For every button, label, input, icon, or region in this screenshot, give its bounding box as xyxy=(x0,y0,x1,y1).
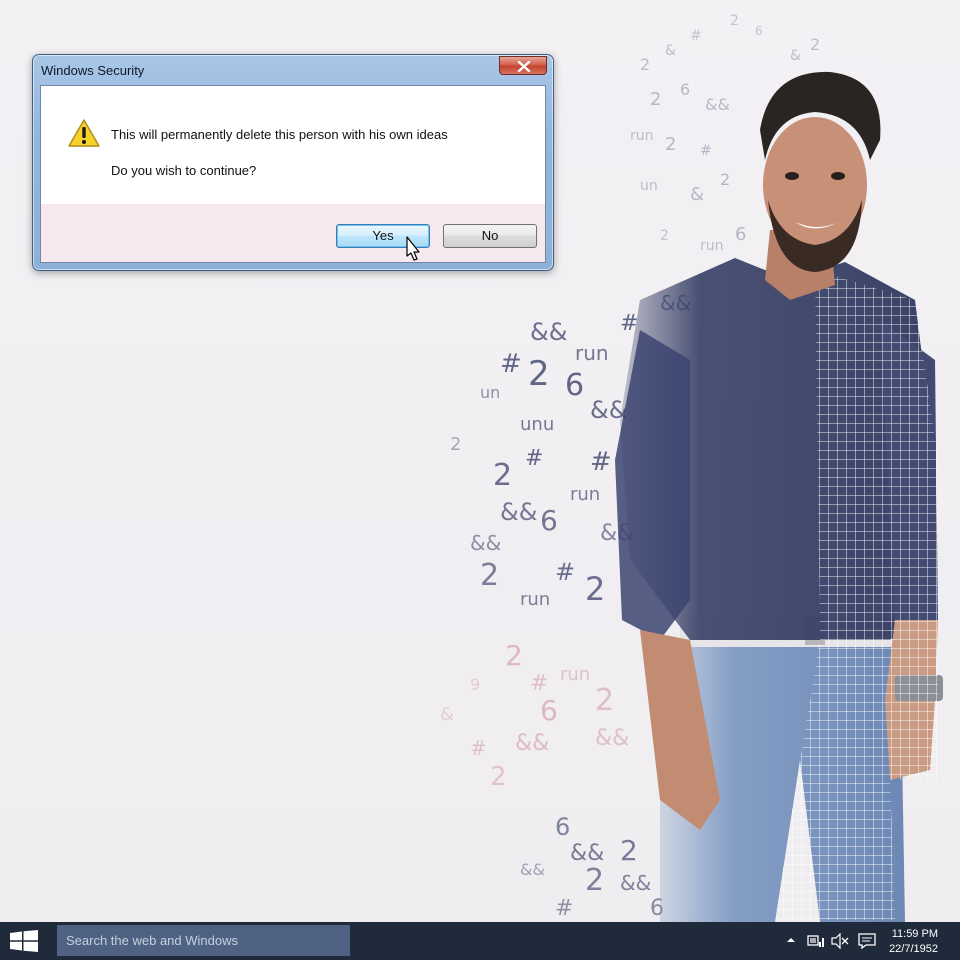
network-icon xyxy=(807,935,824,947)
chevron-up-icon xyxy=(787,938,795,942)
search-input[interactable]: Search the web and Windows xyxy=(57,925,350,956)
dialog-message: This will permanently delete this person… xyxy=(111,127,448,142)
no-button[interactable]: No xyxy=(443,224,537,248)
mouse-cursor-icon xyxy=(406,236,420,261)
windows-logo-icon xyxy=(10,930,38,952)
action-center-button[interactable] xyxy=(858,922,876,960)
notification-icon xyxy=(858,933,876,949)
start-button[interactable] xyxy=(0,922,48,960)
clock-date[interactable]: 22/7/1952 xyxy=(889,943,938,955)
network-button[interactable] xyxy=(807,922,825,960)
clock-time[interactable]: 11:59 PM xyxy=(892,928,938,940)
dialog-title: Windows Security xyxy=(41,63,145,78)
dialog-content: This will permanently delete this person… xyxy=(40,85,546,263)
security-dialog: Windows Security This will permanently d… xyxy=(32,54,554,271)
dialog-question: Do you wish to continue? xyxy=(111,163,257,178)
taskbar: Search the web and Windows 11:59 PM 22/7… xyxy=(0,922,960,960)
desktop-background: # && run 2 6 && un unu # # 2 && run 6 &&… xyxy=(0,0,960,922)
close-button[interactable] xyxy=(499,56,547,75)
close-icon xyxy=(517,61,531,72)
warning-icon xyxy=(68,119,100,147)
volume-button[interactable] xyxy=(831,922,849,960)
show-hidden-icons-button[interactable] xyxy=(786,922,796,960)
volume-muted-icon xyxy=(831,933,849,949)
